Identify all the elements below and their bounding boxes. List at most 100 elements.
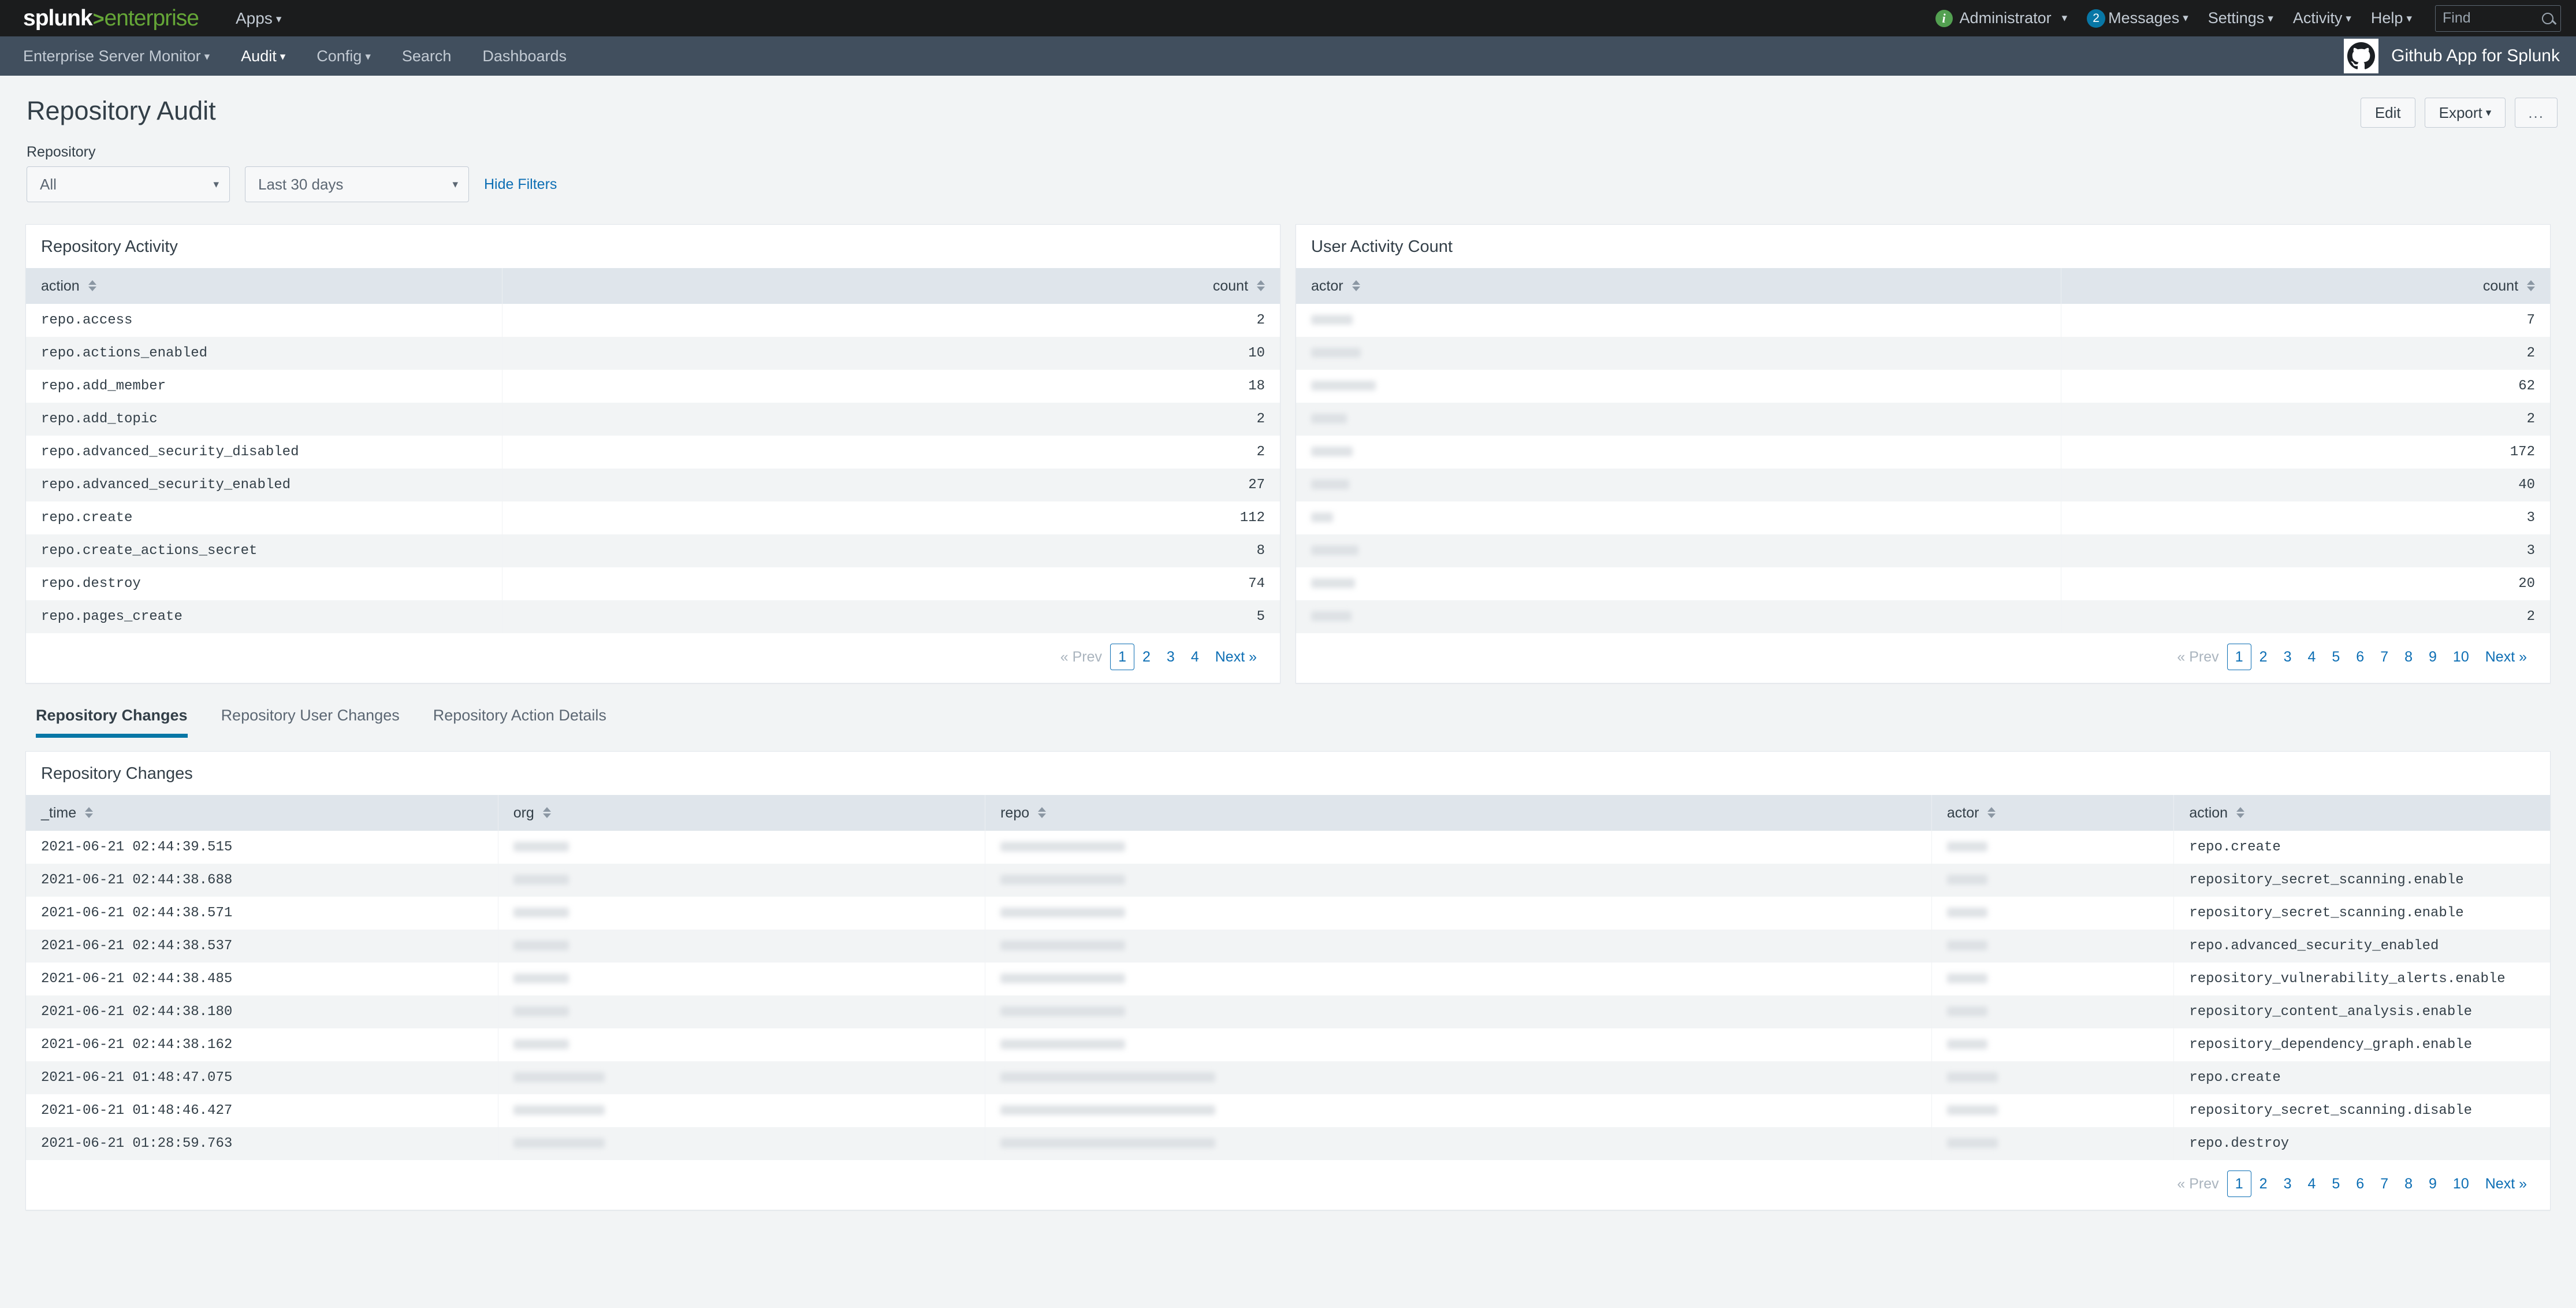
chevron-down-icon: ▾: [276, 13, 282, 26]
table-row[interactable]: 2021-06-21 01:48:47.075repo.create: [26, 1061, 2550, 1094]
apps-menu[interactable]: Apps▾: [236, 9, 281, 28]
table-row[interactable]: 2021-06-21 01:48:46.427repository_secret…: [26, 1094, 2550, 1127]
cell-time: 2021-06-21 02:44:38.571: [26, 897, 498, 930]
pager-page-3[interactable]: 3: [2276, 1171, 2300, 1196]
table-row[interactable]: 2021-06-21 02:44:38.571repository_secret…: [26, 897, 2550, 930]
column-header-count[interactable]: count: [502, 268, 1280, 304]
column-header-org[interactable]: org: [498, 795, 985, 831]
nav-item-enterprise-server-monitor[interactable]: Enterprise Server Monitor▾: [23, 47, 210, 65]
table-row[interactable]: 2021-06-21 02:44:38.180repository_conten…: [26, 995, 2550, 1028]
pager-page-1[interactable]: 1: [2227, 644, 2251, 670]
activity-menu[interactable]: Activity▾: [2293, 9, 2351, 27]
table-row[interactable]: 2021-06-21 02:44:38.688repository_secret…: [26, 864, 2550, 897]
pager-page-1[interactable]: 1: [1110, 644, 1134, 670]
pager-page-8[interactable]: 8: [2396, 1171, 2421, 1196]
tab-repository-action-details[interactable]: Repository Action Details: [433, 707, 606, 735]
table-row[interactable]: 3: [1296, 501, 2550, 534]
table-row[interactable]: repo.destroy74: [26, 567, 1280, 600]
cell-count: 27: [502, 469, 1280, 501]
pager-next[interactable]: Next »: [2477, 644, 2535, 670]
tab-repository-user-changes[interactable]: Repository User Changes: [221, 707, 400, 735]
pager-page-6[interactable]: 6: [2348, 1171, 2372, 1196]
table-row[interactable]: 2021-06-21 02:44:38.162repository_depend…: [26, 1028, 2550, 1061]
table-row[interactable]: 2021-06-21 02:44:39.515repo.create: [26, 831, 2550, 864]
table-row[interactable]: 2021-06-21 01:28:59.763repo.destroy: [26, 1127, 2550, 1160]
table-row[interactable]: repo.access2: [26, 304, 1280, 337]
nav-item-config[interactable]: Config▾: [317, 47, 371, 65]
table-row[interactable]: 172: [1296, 436, 2550, 469]
nav-item-audit[interactable]: Audit▾: [241, 47, 285, 65]
table-row[interactable]: 2: [1296, 403, 2550, 436]
pager-page-2[interactable]: 2: [2251, 644, 2276, 670]
pager-page-10[interactable]: 10: [2445, 644, 2477, 670]
column-header-time[interactable]: _time: [26, 795, 498, 831]
pager-page-10[interactable]: 10: [2445, 1171, 2477, 1196]
time-range-select[interactable]: Last 30 days ▾: [245, 166, 469, 202]
pager-page-2[interactable]: 2: [1134, 644, 1159, 670]
table-row[interactable]: repo.pages_create5: [26, 600, 1280, 633]
pager-page-7[interactable]: 7: [2372, 1171, 2396, 1196]
edit-button[interactable]: Edit: [2361, 98, 2415, 128]
column-header-actor[interactable]: actor: [1931, 795, 2174, 831]
user-activity-count-table: actor count 726221724033202: [1296, 268, 2550, 633]
table-row[interactable]: repo.create_actions_secret8: [26, 534, 1280, 567]
table-row[interactable]: 2021-06-21 02:44:38.537repo.advanced_sec…: [26, 930, 2550, 963]
repository-changes-pager: « Prev12345678910Next »: [26, 1160, 2550, 1210]
column-header-actor[interactable]: actor: [1296, 268, 2061, 304]
column-header-action[interactable]: action: [2174, 795, 2550, 831]
pager-page-4[interactable]: 4: [1183, 644, 1207, 670]
pager-page-2[interactable]: 2: [2251, 1171, 2276, 1196]
pager-page-1[interactable]: 1: [2227, 1170, 2251, 1197]
help-menu[interactable]: Help▾: [2371, 9, 2412, 27]
more-options-button[interactable]: ...: [2515, 98, 2558, 128]
column-header-count[interactable]: count: [2061, 268, 2550, 304]
table-row[interactable]: 40: [1296, 469, 2550, 501]
table-row[interactable]: repo.advanced_security_enabled27: [26, 469, 1280, 501]
pager-page-5[interactable]: 5: [2324, 644, 2348, 670]
table-row[interactable]: repo.add_member18: [26, 370, 1280, 403]
pager-prev[interactable]: « Prev: [2169, 644, 2227, 670]
administrator-menu[interactable]: i Administrator▾: [1935, 9, 2068, 27]
cell-count: 3: [2061, 534, 2550, 567]
nav-item-search[interactable]: Search: [402, 47, 452, 65]
column-header-action[interactable]: action: [26, 268, 502, 304]
table-row[interactable]: repo.add_topic2: [26, 403, 1280, 436]
hide-filters-link[interactable]: Hide Filters: [484, 176, 557, 193]
export-button[interactable]: Export▾: [2425, 98, 2506, 128]
app-nav-bar: Enterprise Server Monitor▾ Audit▾ Config…: [0, 36, 2576, 76]
tab-repository-changes[interactable]: Repository Changes: [36, 707, 188, 735]
table-row[interactable]: 2021-06-21 02:44:38.485repository_vulner…: [26, 963, 2550, 995]
splunk-logo[interactable]: splunk>enterprise: [23, 6, 199, 31]
messages-menu[interactable]: 2 Messages▾: [2087, 9, 2188, 28]
pager-page-3[interactable]: 3: [2276, 644, 2300, 670]
pager-page-6[interactable]: 6: [2348, 644, 2372, 670]
pager-page-9[interactable]: 9: [2421, 1171, 2445, 1196]
pager-page-4[interactable]: 4: [2299, 1171, 2324, 1196]
pager-prev[interactable]: « Prev: [2169, 1171, 2227, 1196]
table-row[interactable]: 7: [1296, 304, 2550, 337]
table-row[interactable]: 2: [1296, 337, 2550, 370]
pager-page-4[interactable]: 4: [2299, 644, 2324, 670]
table-row[interactable]: 20: [1296, 567, 2550, 600]
nav-item-dashboards[interactable]: Dashboards: [482, 47, 567, 65]
pager-page-8[interactable]: 8: [2396, 644, 2421, 670]
pager-next[interactable]: Next »: [1207, 644, 1265, 670]
pager-page-5[interactable]: 5: [2324, 1171, 2348, 1196]
pager-prev[interactable]: « Prev: [1052, 644, 1110, 670]
pager-page-9[interactable]: 9: [2421, 644, 2445, 670]
table-row[interactable]: 2: [1296, 600, 2550, 633]
column-header-repo[interactable]: repo: [985, 795, 1932, 831]
settings-menu[interactable]: Settings▾: [2208, 9, 2273, 27]
table-row[interactable]: repo.actions_enabled10: [26, 337, 1280, 370]
pager-next[interactable]: Next »: [2477, 1171, 2535, 1196]
find-input[interactable]: Find: [2435, 5, 2561, 32]
pager-page-3[interactable]: 3: [1159, 644, 1183, 670]
table-row[interactable]: repo.create112: [26, 501, 1280, 534]
repository-select[interactable]: All ▾: [27, 166, 230, 202]
redacted-value: [513, 1138, 605, 1148]
table-row[interactable]: 3: [1296, 534, 2550, 567]
cell-time: 2021-06-21 02:44:39.515: [26, 831, 498, 864]
table-row[interactable]: 62: [1296, 370, 2550, 403]
table-row[interactable]: repo.advanced_security_disabled2: [26, 436, 1280, 469]
pager-page-7[interactable]: 7: [2372, 644, 2396, 670]
